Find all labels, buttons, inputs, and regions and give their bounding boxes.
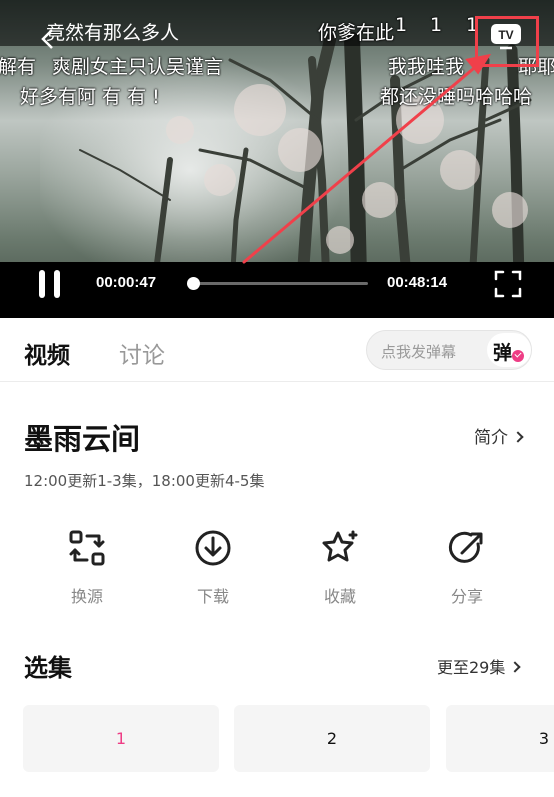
player-control-bar bbox=[0, 262, 554, 318]
progress-bar[interactable] bbox=[186, 277, 368, 290]
video-player[interactable]: 竟然有那么多人 你爹在此 1 1 1 解有 爽剧女主只认吴谨言 我我哇我 耶耶 … bbox=[0, 0, 554, 318]
episodes-title: 选集 bbox=[24, 654, 72, 682]
intro-link[interactable]: 简介 bbox=[474, 423, 524, 448]
danmaku-input-placeholder: 点我发弹幕 bbox=[381, 343, 457, 361]
danmaku-line: 都还没睡吗哈哈哈 bbox=[380, 86, 533, 108]
fullscreen-icon[interactable] bbox=[494, 270, 522, 298]
progress-knob[interactable] bbox=[186, 277, 200, 290]
favorite-button[interactable]: 收藏 bbox=[295, 528, 385, 608]
tab-video[interactable]: 视频 bbox=[24, 336, 70, 370]
share-icon bbox=[448, 531, 483, 563]
check-badge-icon bbox=[512, 350, 524, 362]
more-episodes-label: 更至29集 bbox=[437, 658, 506, 677]
current-time: 00:00:47 bbox=[96, 274, 157, 291]
danmaku-line: 好多有阿 有 有 ! bbox=[20, 86, 160, 108]
action-label: 换源 bbox=[70, 587, 103, 606]
content-tabs: 视频 讨论 点我发弹幕 弹 bbox=[0, 318, 554, 382]
episode-item[interactable]: 1 bbox=[23, 705, 219, 772]
update-schedule: 12:00更新1-3集，18:00更新4-5集 bbox=[24, 472, 265, 490]
top-digit: 1 bbox=[395, 14, 408, 36]
annotation-highlight-box bbox=[475, 16, 539, 67]
share-button[interactable]: 分享 bbox=[422, 528, 512, 608]
episode-item[interactable]: 3 bbox=[446, 705, 554, 772]
switch-source-icon bbox=[69, 530, 105, 566]
danmaku-line: 解有 bbox=[0, 56, 37, 78]
switch-source-button[interactable]: 换源 bbox=[42, 528, 132, 608]
danmaku-line: 我我哇我 bbox=[388, 56, 465, 78]
action-label: 下载 bbox=[196, 587, 229, 606]
danmaku-toggle[interactable]: 弹 bbox=[487, 333, 531, 367]
tab-discussion[interactable]: 讨论 bbox=[119, 336, 165, 370]
pause-icon[interactable] bbox=[36, 270, 64, 298]
danmaku-line: 爽剧女主只认吴谨言 bbox=[52, 56, 224, 78]
chevron-right-icon bbox=[512, 431, 524, 443]
show-title: 墨雨云间 bbox=[24, 422, 141, 456]
total-time: 00:48:14 bbox=[387, 274, 448, 291]
action-label: 收藏 bbox=[323, 587, 356, 606]
star-icon bbox=[322, 530, 358, 562]
download-button[interactable]: 下载 bbox=[168, 528, 258, 608]
action-label: 分享 bbox=[450, 587, 483, 606]
player-title: 竟然有那么多人 bbox=[46, 22, 180, 44]
episode-list: 1 2 3 bbox=[0, 705, 554, 772]
download-icon bbox=[195, 530, 231, 566]
intro-label: 简介 bbox=[474, 428, 508, 448]
danmaku-input[interactable]: 点我发弹幕 弹 bbox=[366, 330, 532, 370]
top-digit: 1 bbox=[430, 14, 443, 36]
more-episodes-link[interactable]: 更至29集 bbox=[437, 654, 522, 678]
danmaku-toggle-label: 弹 bbox=[493, 342, 513, 364]
chevron-right-icon bbox=[509, 661, 522, 673]
episode-item[interactable]: 2 bbox=[234, 705, 430, 772]
danmaku-text: 你爹在此 bbox=[318, 22, 395, 44]
